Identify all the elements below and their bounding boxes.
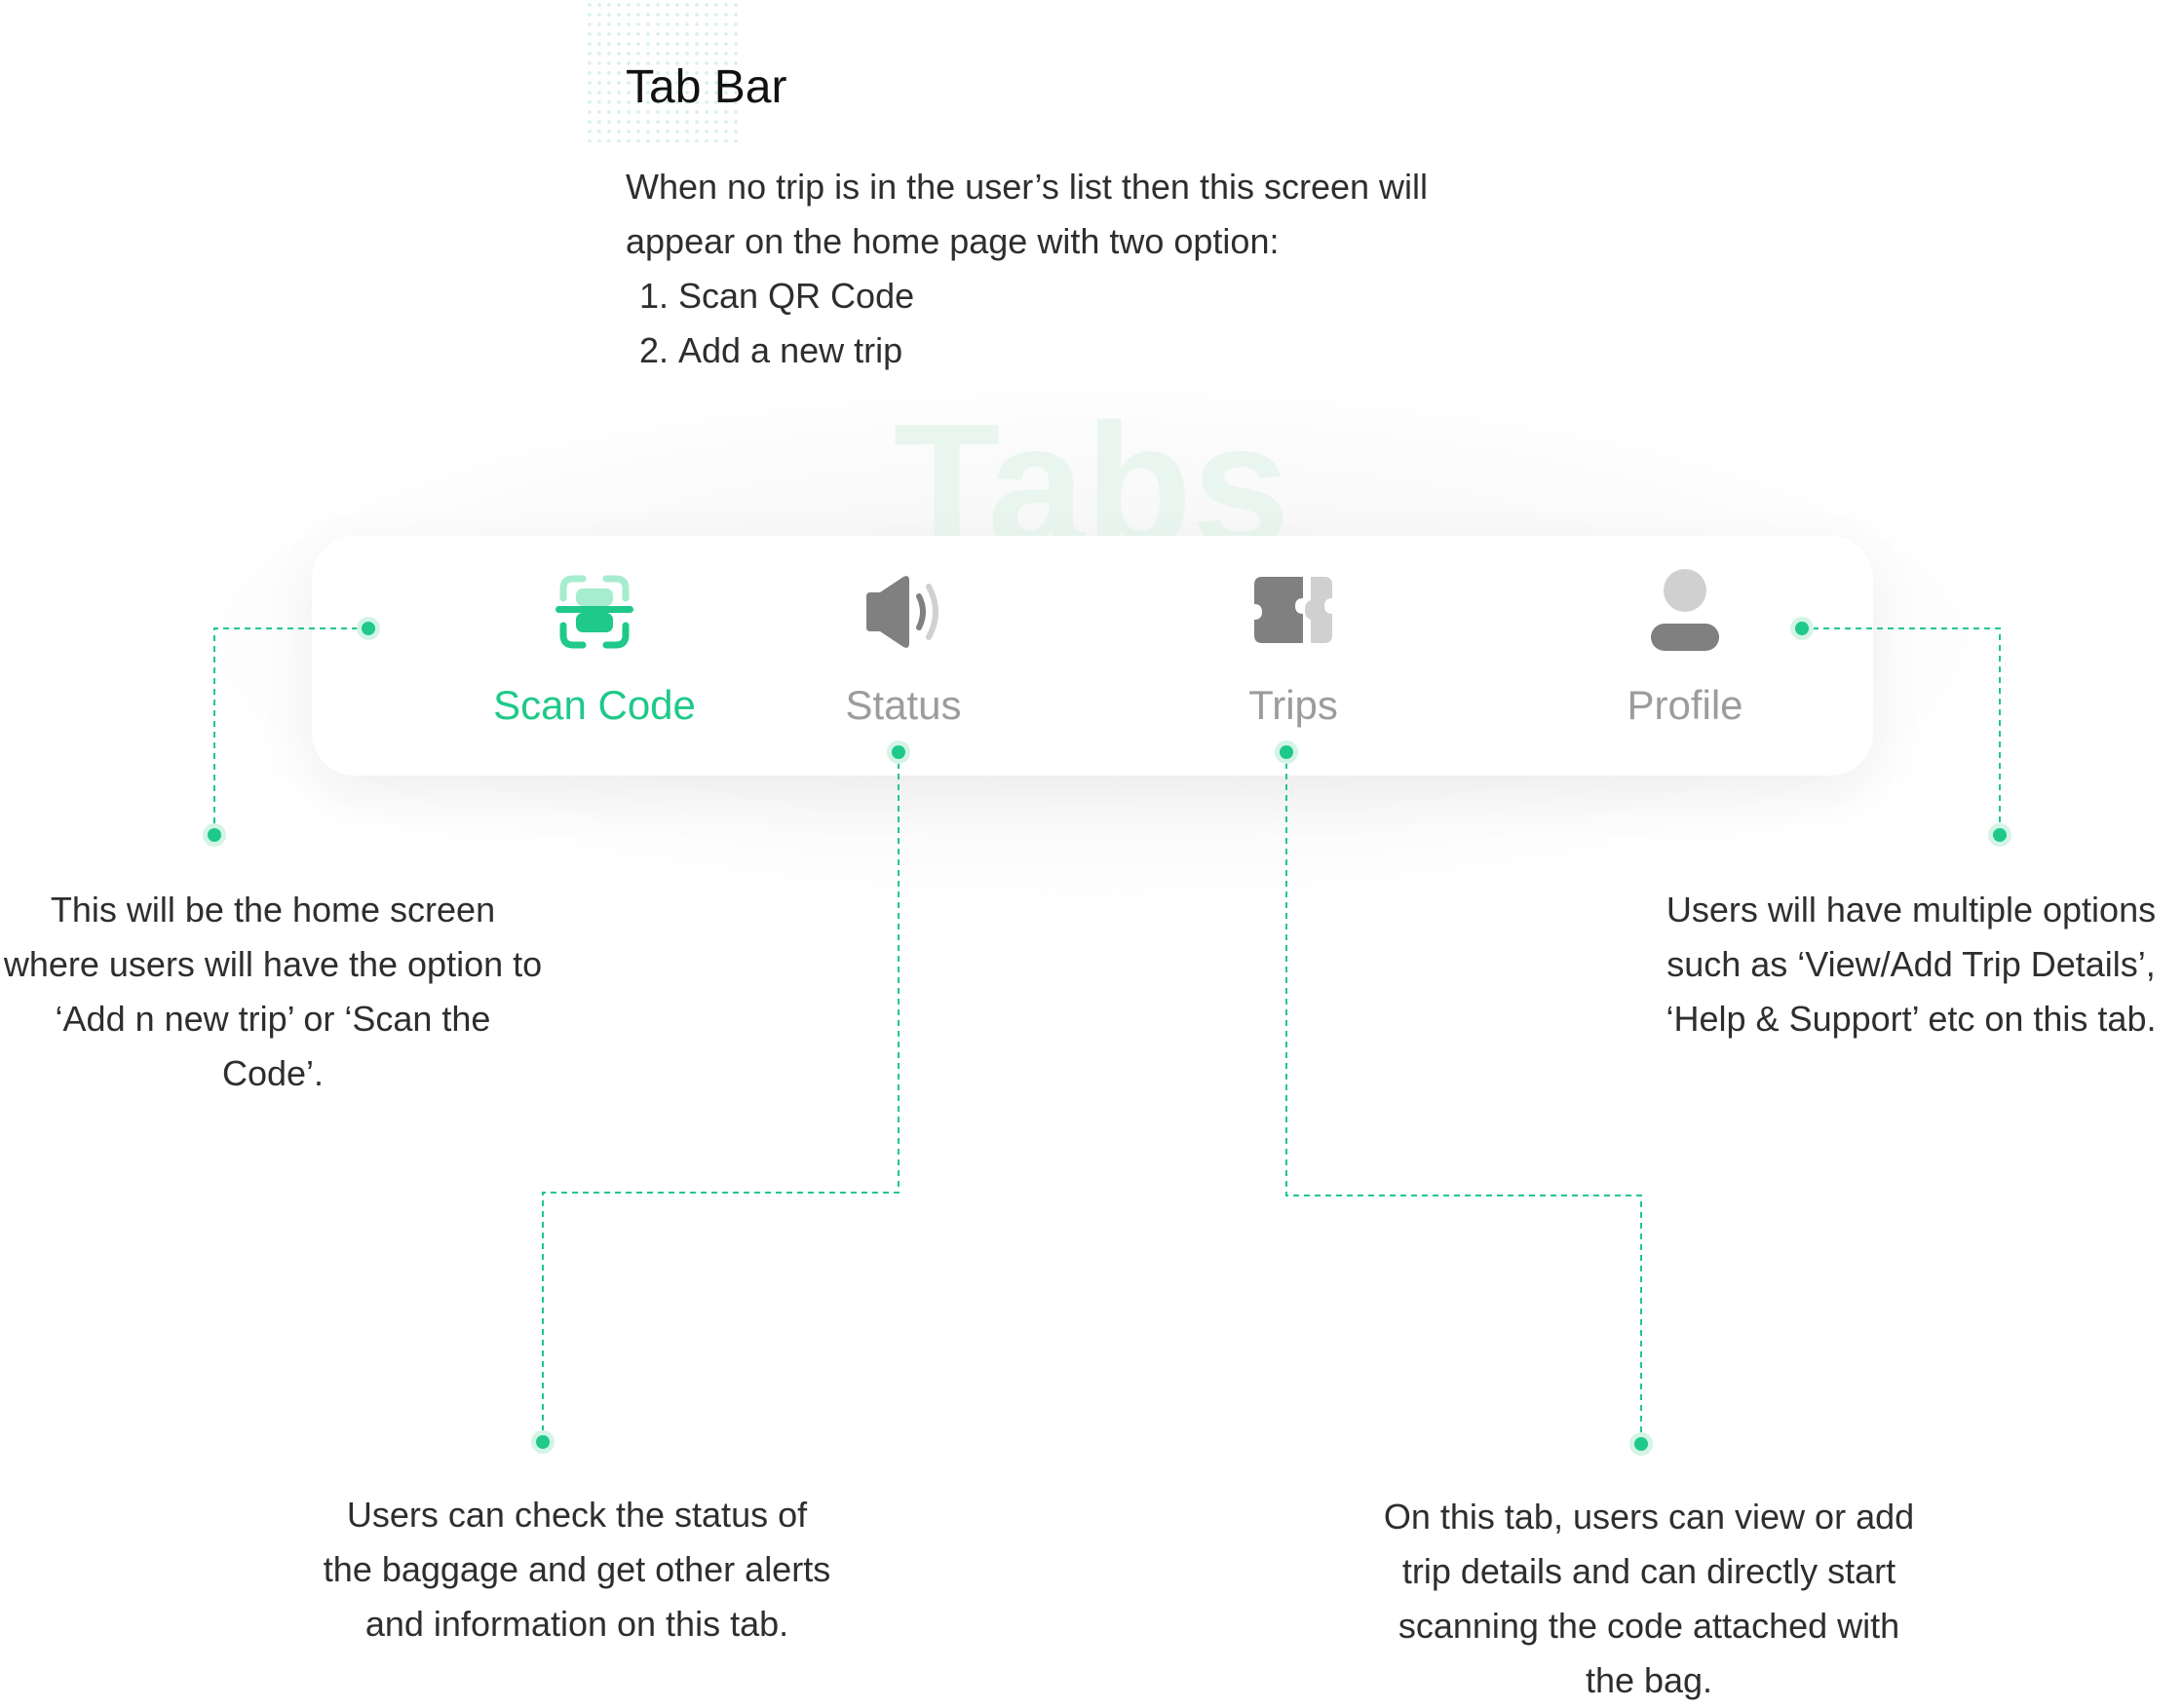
callout-connectors — [203, 617, 2011, 1456]
note-profile: Users will have multiple options such as… — [1666, 890, 2157, 1039]
note-trips: On this tab, users can view or add trip … — [1383, 1497, 1915, 1700]
note-scan-code: This will be the home screen where users… — [3, 890, 543, 1093]
note-status: Users can check the status of the baggag… — [323, 1495, 831, 1644]
